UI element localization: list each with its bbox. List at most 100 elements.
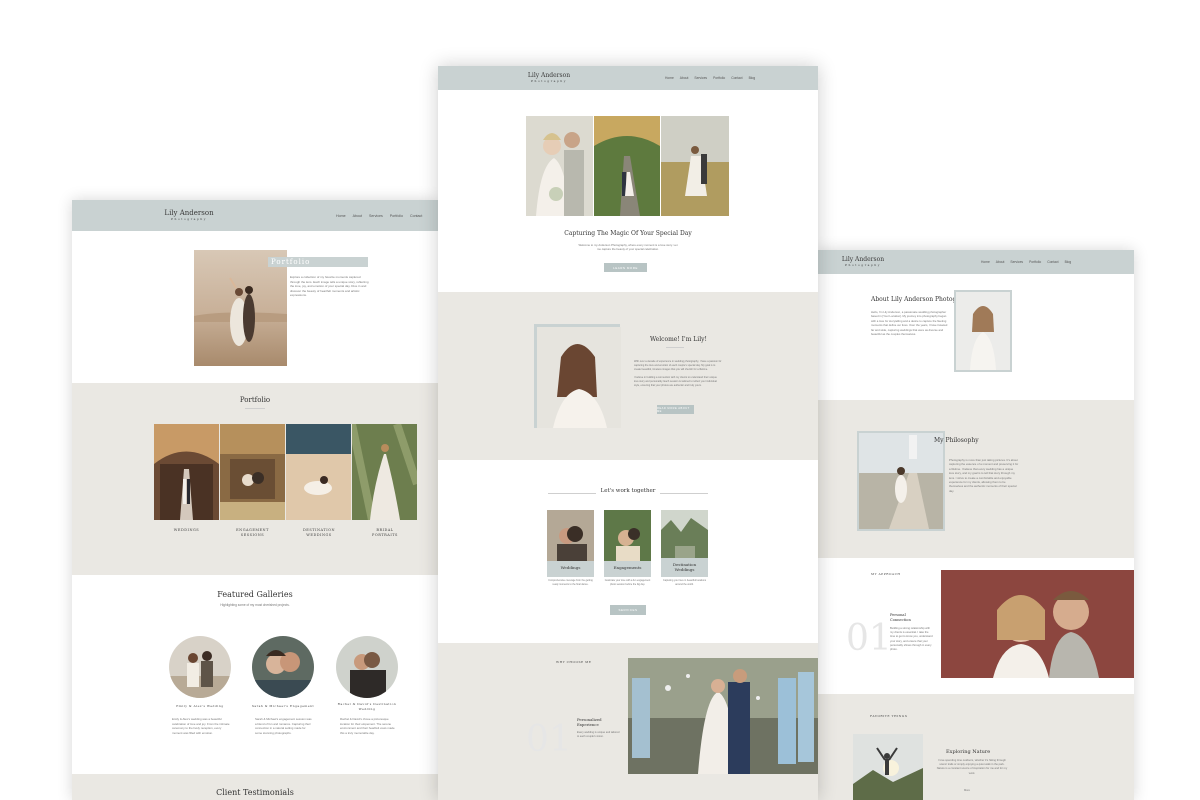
nav-item-home[interactable]: Home [981,260,990,264]
why-section: WHY CHOOSE ME 01 Personalized Experience… [438,643,818,800]
bridal-portrait-photo[interactable] [352,424,417,520]
gallery-circle-3[interactable] [336,636,398,698]
nav-item-blog[interactable]: Blog [749,76,756,80]
welcome-heading: Welcome! I'm Lily! [650,336,707,343]
hero-text: Welcome to my Anderson Photography, wher… [578,243,678,252]
favorites-label: FAVORITE THINGS [870,714,908,718]
nav-menu: Home About Services Portfolio Contact [336,214,422,218]
nav-menu: Home About Services Portfolio Contact Bl… [981,260,1071,264]
favorites-title: Exploring Nature [946,749,991,755]
philosophy-text: Photography is more than just taking pic… [949,458,1019,493]
navbar: Lily Anderson Photography Home About Ser… [816,250,1134,274]
nav-item-contact[interactable]: Contact [731,76,742,80]
engagement-photo[interactable] [220,424,285,520]
hero-text: Explore a collection of my favorite mome… [290,275,369,298]
logo-tagline: Photography [845,263,881,267]
approach-title: Personal Connection [890,613,911,622]
gallery-2-text: Sarah & Michael's engagement session was… [255,717,312,735]
testimonials-section: Client Testimonials [72,774,438,800]
gallery-1-text: Emily & Alex's wedding was a beautiful c… [172,717,230,735]
nav-menu: Home About Services Portfolio Contact Bl… [665,76,755,80]
featured-subtitle: Highlighting some of my most cherished p… [220,603,290,607]
gallery-2-name: Sarah & Michael's Engagement [251,704,315,708]
label-weddings: WEDDINGS [173,528,200,532]
work-heading: Let's work together [600,488,656,494]
welcome-text-2: I believe in building a connection with … [634,376,717,387]
hero-couple-dancing-photo [194,250,287,366]
service-card-weddings-text: Comprehensive coverage from the getting … [548,579,593,586]
label-bridal: BRIDAL PORTRAITS [372,528,398,537]
philosophy-section: My Philosophy Photography is more than j… [816,400,1134,558]
portfolio-page: Lily Anderson Photography Home About Ser… [72,200,438,800]
hero-overlay-title: Portfolio [271,258,311,266]
about-portrait-photo [956,292,1010,370]
weddings-photo[interactable] [154,424,219,520]
nav-item-blog[interactable]: Blog [1065,260,1072,264]
favorites-section: FAVORITE THINGS Exploring Nature I love … [816,694,1134,800]
destination-photo[interactable] [286,424,351,520]
gallery-circle-1[interactable] [169,636,231,698]
logo[interactable]: Lily Anderson Photography [160,210,218,221]
gallery-circle-2[interactable] [252,636,314,698]
learn-more-button[interactable]: LEARN MORE [604,263,647,272]
nav-item-about[interactable]: About [996,260,1005,264]
services-button[interactable]: SERVICES [610,605,646,615]
approach-number: 01 [846,618,892,659]
approach-text: Building a strong relationship with my c… [890,627,933,652]
nav-item-contact[interactable]: Contact [1047,260,1058,264]
about-page: Lily Anderson Photography Home About Ser… [816,250,1134,800]
service-card-destination-text: Capturing your love in beautiful locatio… [662,579,707,586]
gallery-3-text: Rachel & David's chose a picturesque loc… [340,717,395,735]
hero-photo-3 [661,116,729,216]
nav-item-about[interactable]: About [353,214,362,218]
navbar: Lily Anderson Photography Home About Ser… [438,66,818,90]
nav-item-services[interactable]: Services [369,214,383,218]
nav-item-home[interactable]: Home [336,214,346,218]
nav-item-portfolio[interactable]: Portfolio [713,76,725,80]
favorites-text: I love spending time outdoors, whether i… [936,759,1008,775]
service-card-weddings-title: Weddings [560,565,581,570]
favorites-more-link[interactable]: More [964,788,970,793]
nav-item-about[interactable]: About [680,76,689,80]
welcome-section: Welcome! I'm Lily! With over a decade of… [438,292,818,460]
welcome-text-1: With over a decade of experience in wedd… [634,360,722,371]
nav-item-services[interactable]: Services [1010,260,1023,264]
logo[interactable]: Lily Anderson Photography [838,257,888,267]
nav-item-portfolio[interactable]: Portfolio [1029,260,1041,264]
hero-heading: Capturing The Magic Of Your Special Day [564,230,692,237]
service-card-engagements-title: Engagements [613,565,642,570]
portfolio-heading: Portfolio [239,396,271,404]
navbar: Lily Anderson Photography Home About Ser… [72,200,438,231]
logo-tagline: Photography [171,217,207,221]
hero-photo-1 [526,116,593,216]
portfolio-heading-rule [245,408,265,409]
why-title: Personalized Experience [577,717,602,727]
nav-item-services[interactable]: Services [694,76,707,80]
why-text: Every wedding is unique and tailored to … [577,731,620,738]
label-engagement: ENGAGEMENT SESSIONS [236,528,269,537]
why-number: 01 [526,719,572,760]
testimonials-heading: Client Testimonials [216,788,294,797]
mockup-stage: Lily Anderson Photography Home About Ser… [0,0,1200,800]
gallery-1-name: Emily & Alex's Wedding [176,704,224,708]
label-destination: DESTINATION WEDDINGS [302,528,336,537]
hero-photo-2 [594,116,660,216]
read-more-button[interactable]: READ MORE ABOUT ME [657,405,694,414]
why-label: WHY CHOOSE ME [556,660,592,664]
nav-item-home[interactable]: Home [665,76,674,80]
philosophy-heading: My Philosophy [934,437,979,444]
logo-title: Lily Anderson [164,209,214,217]
home-page: Lily Anderson Photography Home About Ser… [438,66,818,800]
portfolio-section: Portfolio WEDDINGS ENGAGEMENT SESSIONS D… [72,383,438,575]
favorites-nature-photo [853,734,923,800]
service-card-destination-title: Destination Weddings [672,562,697,572]
approach-couple-photo [941,570,1134,678]
logo[interactable]: Lily Anderson Photography [524,73,574,83]
welcome-portrait-photo [537,327,621,428]
philosophy-photo [859,433,943,529]
gallery-3-name: Rachel & David's Destination Wedding [337,702,397,711]
nav-item-contact[interactable]: Contact [410,214,422,218]
why-confetti-photo [628,658,818,774]
welcome-heading-rule [666,347,684,348]
nav-item-portfolio[interactable]: Portfolio [390,214,403,218]
